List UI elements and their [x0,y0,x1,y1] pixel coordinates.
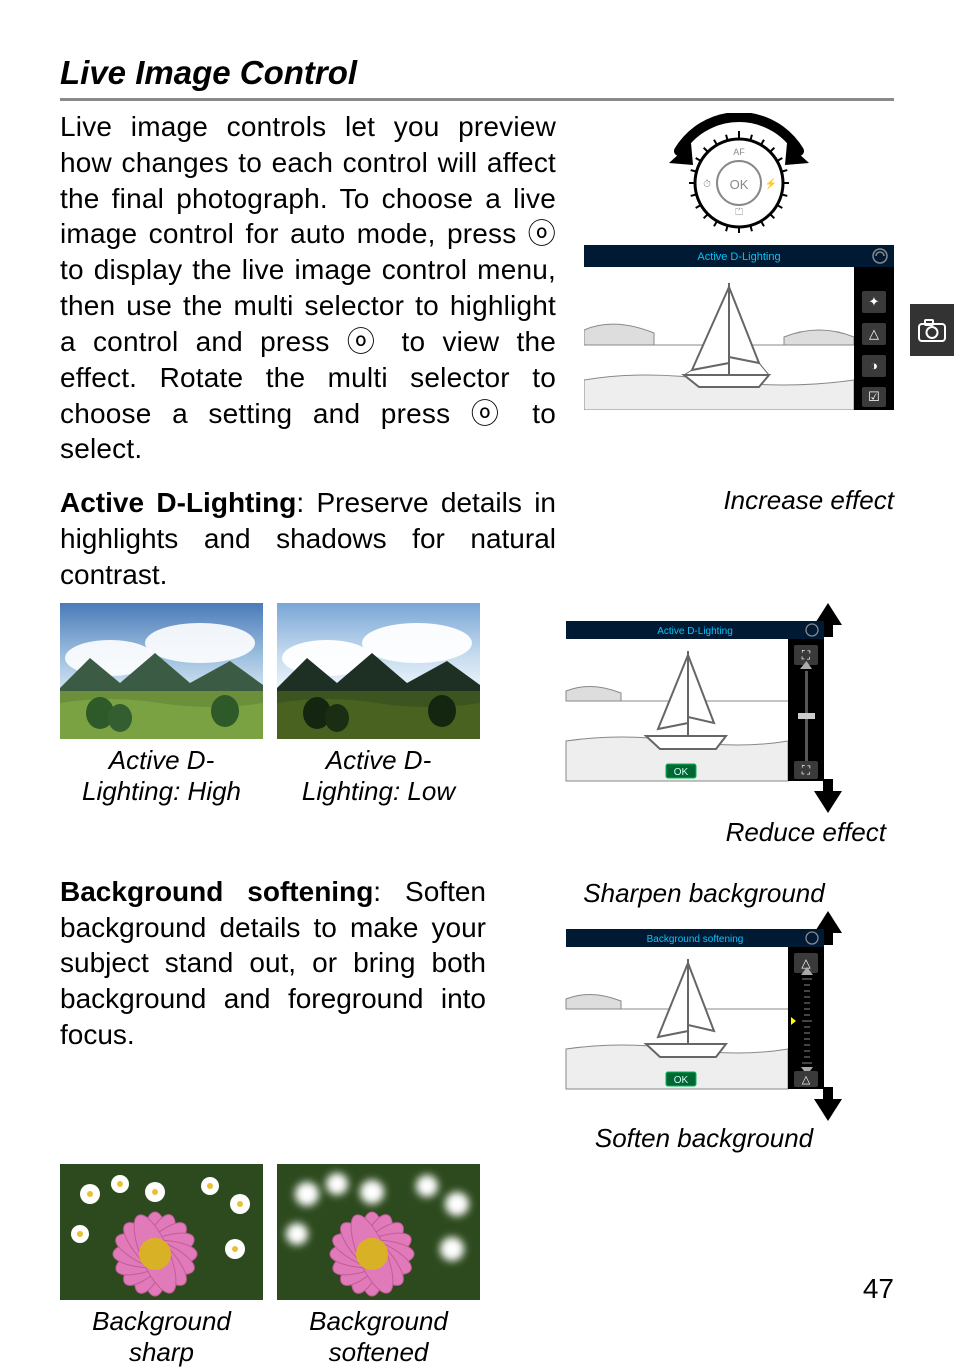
svg-text:☑: ☑ [868,389,880,404]
camera-icon [918,318,946,342]
adl-example-high-photo [60,603,263,739]
background-softening-paragraph: Background softening: Soften background … [60,874,486,1154]
bg-example-soft-caption: Background softened [277,1306,480,1368]
page-number: 47 [863,1273,894,1305]
sharpen-background-label: Sharpen background [583,878,824,909]
svg-text:AF: AF [733,147,745,157]
svg-text:⛶: ⛶ [801,648,811,662]
svg-text:⚡: ⚡ [765,177,777,190]
svg-text:⏍: ⏍ [735,206,743,218]
adl-slider-screen: Active D-Lighting OK ⛶ [554,603,854,813]
adl-example-low-caption: Active D-Lighting: Low [277,745,480,807]
live-image-control-menu-preview: Active D-Lighting [584,245,894,410]
section-heading: Live Image Control [60,54,894,92]
svg-text:OK: OK [730,177,749,192]
reduce-effect-label: Reduce effect [726,817,886,848]
bg-example-sharp-caption: Background sharp [60,1306,263,1368]
svg-text:Background softening: Background softening [647,934,744,945]
adl-label: Active D-Lighting [60,487,296,518]
svg-text:OK: OK [674,767,689,778]
svg-text:✦: ✦ [869,294,880,309]
adl-example-high-caption: Active D-Lighting: High [60,745,263,807]
adl-example-low-photo [277,603,480,739]
bg-label: Background softening [60,876,373,907]
svg-text:◑: ◑ [870,358,878,373]
bg-slider-screen: Background softening OK △ [554,911,854,1121]
active-d-lighting-paragraph: Active D-Lighting: Preserve details in h… [60,485,556,592]
bg-example-sharp-photo [60,1164,263,1300]
section-side-tab [910,304,954,356]
svg-text:△: △ [869,326,879,341]
svg-text:⛶: ⛶ [801,763,811,777]
preview-title: Active D-Lighting [697,251,780,263]
intro-paragraph: Live image controls let you preview how … [60,109,556,467]
multi-selector-dial-figure: OK AF ⚡ ⏱ ⏍ [639,113,839,233]
heading-rule [60,98,894,101]
soften-background-label: Soften background [595,1123,813,1154]
increase-effect-label: Increase effect [584,485,894,592]
svg-text:Active D-Lighting: Active D-Lighting [657,626,733,637]
svg-text:OK: OK [674,1075,689,1086]
svg-text:△: △ [802,1074,811,1086]
bg-example-soft-photo [277,1164,480,1300]
svg-text:⏱: ⏱ [703,179,711,190]
